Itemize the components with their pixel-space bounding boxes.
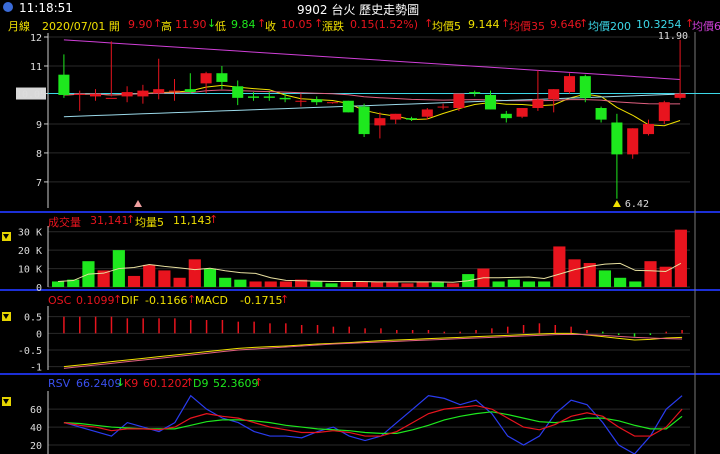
low-marker-icon — [612, 200, 621, 207]
volume-bar — [52, 281, 65, 287]
volume-bar — [203, 268, 217, 287]
ma200-line — [63, 39, 681, 80]
volume-bar — [264, 281, 277, 287]
macd-tick-label: 0 — [36, 329, 42, 340]
volume-bar — [492, 281, 505, 287]
volume-bar — [401, 283, 414, 287]
price-tick-label: 8 — [36, 149, 42, 160]
stock-chart-canvas[interactable]: 12 11 9 8 7 10.05 11.90 6.42 30 K 20 K 10 K 0 0.5 0 -0… — [0, 0, 720, 454]
candle-body — [674, 93, 686, 98]
candle-body — [342, 100, 354, 113]
kd-tick-label: 20 — [30, 441, 42, 452]
candle-body — [390, 113, 402, 120]
candle-body — [563, 76, 576, 93]
volume-bar — [219, 277, 232, 287]
kd-tick-label: 40 — [30, 423, 42, 434]
candle-body — [453, 93, 465, 109]
volume-bar — [158, 270, 171, 287]
volume-bar — [614, 277, 627, 287]
candle-body — [532, 99, 544, 109]
volume-tick-label: 30 K — [18, 228, 42, 239]
candle-body — [74, 93, 86, 95]
candle-body — [658, 102, 670, 122]
volume-bar — [188, 259, 201, 287]
candle-body — [153, 89, 165, 94]
macd-tick-label: -0.5 — [18, 346, 42, 357]
candle-body — [627, 128, 639, 155]
volume-bar — [249, 281, 262, 287]
candle-body — [374, 118, 386, 126]
candle-body — [421, 109, 433, 117]
candle-body — [263, 96, 275, 98]
candle-body — [279, 97, 291, 100]
candle-body — [516, 108, 528, 117]
candle-body — [168, 90, 181, 92]
candle-body — [137, 90, 149, 97]
volume-tick-label: 10 K — [18, 265, 42, 276]
kd-tick-label: 60 — [30, 405, 42, 416]
volume-bar — [446, 283, 460, 287]
candle-body — [642, 123, 655, 135]
volume-bar — [644, 261, 657, 287]
volume-bar — [143, 264, 156, 287]
candle-body — [247, 96, 260, 98]
candle-body — [469, 92, 481, 94]
price-tick-label: 7 — [36, 178, 42, 189]
volume-bar — [553, 246, 566, 287]
volume-bar — [340, 281, 353, 287]
candle-body — [295, 100, 307, 102]
price-tick-label: 9 — [36, 120, 42, 131]
current-price-tag: 10.05 — [16, 90, 46, 101]
high-point-marker-icon — [134, 200, 142, 207]
volume-bar — [279, 281, 293, 287]
volume-bar — [629, 281, 642, 287]
candle-body — [500, 113, 512, 119]
price-tick-label: 12 — [30, 33, 42, 44]
candle-body — [548, 89, 560, 100]
candle-body — [184, 89, 196, 93]
volume-bar — [173, 277, 186, 287]
volume-bar — [310, 281, 323, 287]
candle-body — [326, 102, 339, 104]
volume-bar — [234, 279, 247, 287]
volume-bar — [127, 275, 141, 287]
candle-body — [405, 118, 418, 120]
candle-body — [58, 74, 70, 95]
candle-body — [484, 94, 497, 110]
volume-bar — [522, 281, 536, 287]
macd-tick-label: -1 — [30, 363, 42, 374]
price-tick-label: 11 — [30, 62, 42, 73]
volume-bar — [538, 281, 551, 287]
candle-body — [216, 73, 228, 82]
volume-tick-label: 0 — [36, 283, 42, 294]
volume-bar — [325, 283, 338, 287]
candle-body — [579, 76, 591, 98]
volume-bar — [674, 229, 687, 287]
candle-body — [232, 86, 244, 98]
candle-body — [311, 99, 323, 103]
candle-body — [437, 106, 449, 108]
candle-body — [89, 93, 102, 97]
macd-tick-label: 0.5 — [24, 313, 42, 324]
volume-bar — [355, 281, 368, 287]
candle-body — [200, 73, 212, 84]
volume-bar — [568, 259, 581, 287]
candle-body — [611, 122, 623, 155]
volume-tick-label: 20 K — [18, 246, 42, 257]
macd-line — [63, 333, 683, 369]
volume-bar — [598, 270, 612, 287]
candle-body — [595, 108, 607, 120]
volume-bar — [507, 279, 520, 287]
high-marker-label: 11.90 — [658, 31, 688, 42]
candle-body — [105, 97, 117, 99]
low-marker-label: 6.42 — [625, 199, 649, 210]
candle-body — [121, 92, 133, 97]
candle-body — [358, 106, 370, 135]
